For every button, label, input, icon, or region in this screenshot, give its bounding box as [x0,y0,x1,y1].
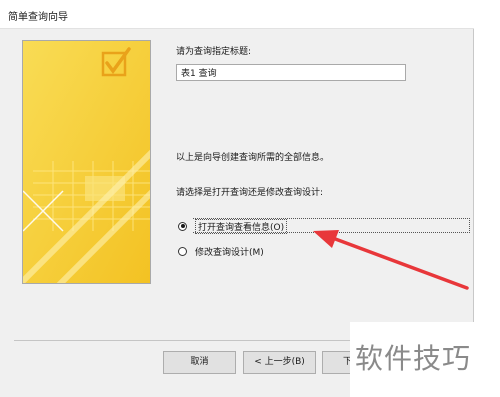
modify-design-option[interactable]: 修改查询设计(M) [178,243,264,259]
modify-design-radio[interactable] [178,246,187,256]
query-title-input[interactable] [176,64,406,81]
modify-design-label[interactable]: 修改查询设计(M) [195,245,264,258]
cancel-button[interactable]: 取消 [163,351,236,374]
watermark-text: 软件技巧 [355,342,472,375]
choice-prompt: 请选择是打开查询还是修改查询设计: [176,188,324,198]
open-query-radio[interactable] [178,221,187,231]
info-text: 以上是向导创建查询所需的全部信息。 [176,153,330,163]
window-title: 简单查询向导 [8,12,68,23]
back-button[interactable]: < 上一步(B) [243,351,316,374]
wizard-illustration [22,40,151,284]
title-prompt: 请为查询指定标题: [176,47,252,57]
focus-outline [193,218,470,233]
title-bar: 简单查询向导 [0,0,474,29]
